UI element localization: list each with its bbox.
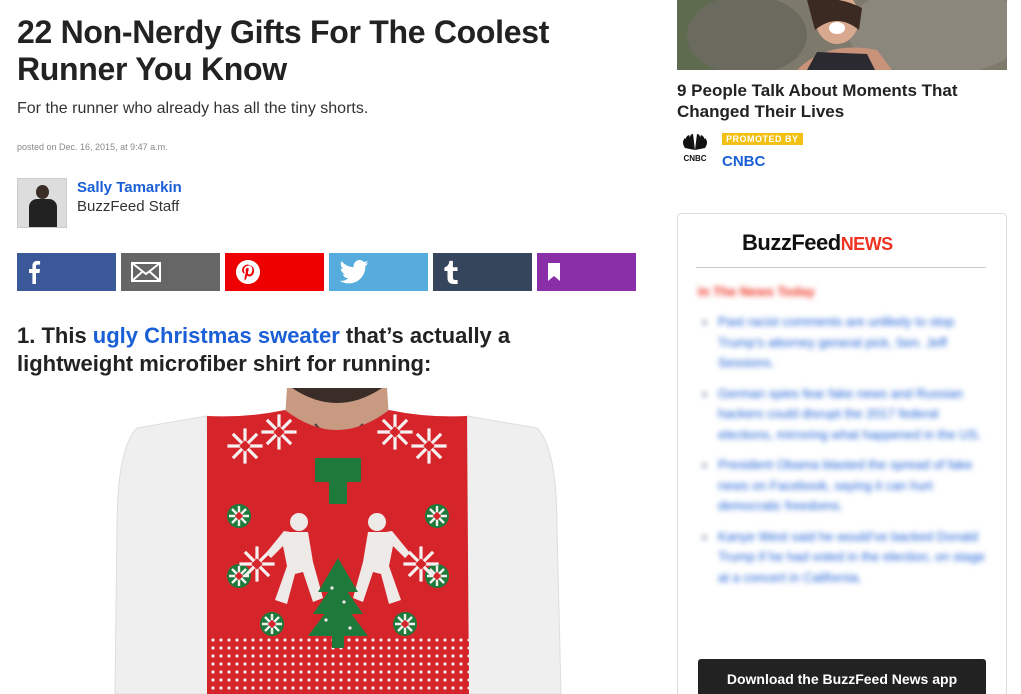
posted-timestamp: posted on Dec. 16, 2015, at 9:47 a.m. [17, 142, 168, 152]
cnbc-logo-text: CNBC [683, 154, 706, 162]
item-heading: 1. This ugly Christmas sweater that’s ac… [17, 322, 617, 378]
article-title: 22 Non-Nerdy Gifts For The Coolest Runne… [17, 14, 550, 87]
sponsor-link[interactable]: CNBC [722, 153, 765, 170]
share-pinterest-button[interactable] [225, 253, 324, 291]
sweater-product-link[interactable]: ugly Christmas sweater [93, 323, 340, 348]
twitter-icon [339, 260, 369, 284]
byline: Sally Tamarkin BuzzFeed Staff [17, 178, 182, 228]
divider [696, 267, 986, 268]
share-facebook-button[interactable] [17, 253, 116, 291]
brand-buzzfeed: BuzzFeed [742, 230, 841, 255]
mail-icon [131, 262, 161, 282]
share-save-button[interactable] [537, 253, 636, 291]
brand-news: NEWS [840, 234, 894, 254]
news-section-title: In The News Today [698, 284, 815, 299]
share-bar [17, 253, 636, 291]
share-twitter-button[interactable] [329, 253, 428, 291]
bookmark-icon [547, 262, 561, 282]
author-name-link[interactable]: Sally Tamarkin [77, 178, 182, 197]
cnbc-peacock-icon[interactable]: CNBC [677, 134, 713, 167]
news-item[interactable]: Past racist comments are unlikely to sto… [700, 312, 990, 374]
share-tumblr-button[interactable] [433, 253, 532, 291]
product-image-sweater[interactable] [17, 388, 636, 694]
author-role: BuzzFeed Staff [77, 198, 180, 215]
pinterest-icon [235, 259, 261, 285]
promo-title-link[interactable]: 9 People Talk About Moments That Changed… [677, 80, 997, 122]
item-heading-prefix: 1. This [17, 323, 93, 348]
promoted-by-badge: PROMOTED BY [722, 133, 803, 145]
buzzfeed-news-logo[interactable]: BuzzFeedNEWS [742, 230, 893, 256]
article-subtitle: For the runner who already has all the t… [17, 100, 369, 117]
facebook-icon [27, 260, 41, 284]
news-item[interactable]: Kanye West said he would’ve backed Donal… [700, 527, 990, 589]
news-list: Past racist comments are unlikely to sto… [700, 312, 990, 598]
news-item[interactable]: German spies fear fake news and Russian … [700, 384, 990, 446]
share-email-button[interactable] [121, 253, 220, 291]
download-app-button[interactable]: Download the BuzzFeed News app [698, 659, 986, 694]
promo-image[interactable] [677, 0, 1007, 70]
buzzfeed-news-widget: BuzzFeedNEWS In The News Today Past raci… [677, 213, 1007, 694]
author-avatar[interactable] [17, 178, 67, 228]
tumblr-icon [443, 260, 459, 284]
news-item[interactable]: President Obama blasted the spread of fa… [700, 455, 990, 517]
